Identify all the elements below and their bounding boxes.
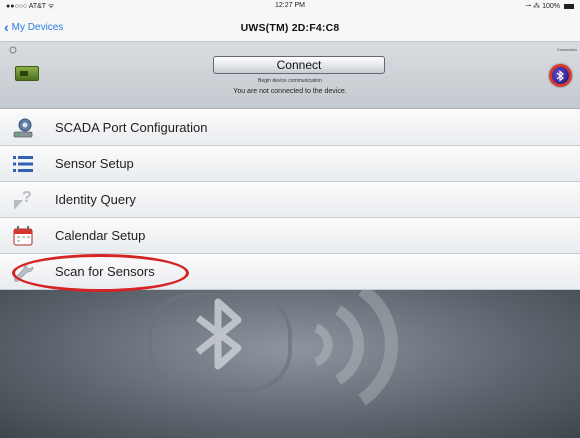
- navigation-bar: ‹ My Devices UWS(TM) 2D:F4:C8: [0, 12, 580, 42]
- menu-item-identity-query[interactable]: ? Identity Query: [0, 182, 580, 218]
- menu-item-label: Scan for Sensors: [55, 264, 155, 279]
- menu-item-scada-port-configuration[interactable]: SCADA Port Configuration: [0, 110, 580, 146]
- battery-status: ⇀ ⁂ 100%: [525, 2, 574, 10]
- connect-panel: Connect Begin device communication You a…: [0, 42, 580, 109]
- menu-item-calendar-setup[interactable]: Calendar Setup: [0, 218, 580, 254]
- page-title: UWS(TM) 2D:F4:C8: [240, 22, 340, 34]
- list-icon: [13, 156, 33, 172]
- connection-status-text: You are not connected to the device.: [233, 88, 347, 95]
- status-time: 12:27 PM: [275, 2, 305, 9]
- menu-list: SCADA Port Configuration Sensor Setup ? …: [0, 110, 580, 290]
- settings-icon[interactable]: [9, 46, 17, 54]
- status-bar: ●●○○○ AT&T ᯤ 12:27 PM ⇀ ⁂ 100%: [0, 0, 580, 12]
- battery-label: ⇀ ⁂ 100%: [525, 3, 561, 10]
- menu-item-label: SCADA Port Configuration: [55, 120, 208, 135]
- menu-item-label: Identity Query: [55, 192, 136, 207]
- scada-port-icon: [13, 118, 33, 138]
- wrench-icon: [14, 262, 34, 282]
- identity-query-icon: ?: [14, 189, 32, 210]
- menu-item-label: Sensor Setup: [55, 156, 134, 171]
- bluetooth-connection-icon[interactable]: [549, 64, 572, 87]
- calendar-icon: [13, 226, 33, 246]
- menu-item-label: Calendar Setup: [55, 228, 146, 243]
- menu-item-sensor-setup[interactable]: Sensor Setup: [0, 146, 580, 182]
- connect-hint: Begin device communication: [258, 78, 322, 84]
- menu-item-scan-for-sensors[interactable]: Scan for Sensors: [0, 254, 580, 290]
- connection-label: Connection: [556, 47, 577, 52]
- bluetooth-background: [0, 290, 580, 438]
- bluetooth-wave-icon: [148, 290, 399, 406]
- battery-icon: [564, 3, 574, 9]
- connect-button[interactable]: Connect: [213, 56, 385, 74]
- svg-text:?: ?: [22, 189, 32, 206]
